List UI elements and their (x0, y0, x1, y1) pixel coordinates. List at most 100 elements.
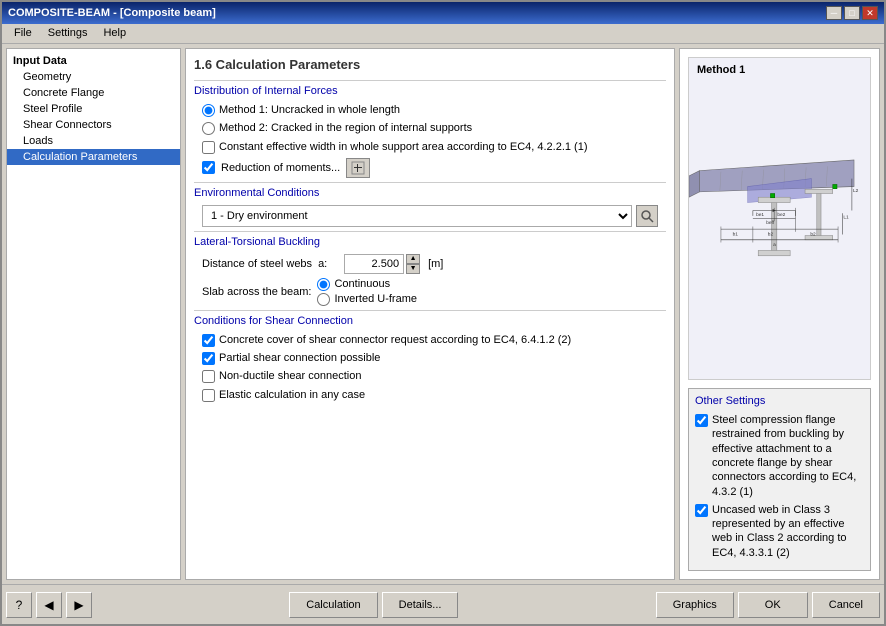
bottom-right-buttons: Graphics OK Cancel (656, 592, 880, 618)
details-button[interactable]: Details... (382, 592, 459, 618)
distribution-title: Distribution of Internal Forces (194, 80, 666, 97)
svg-text:beff: beff (766, 220, 775, 226)
shear-cb2[interactable] (202, 352, 215, 365)
back-icon: ◀ (44, 598, 53, 612)
panel-title: 1.6 Calculation Parameters (194, 57, 666, 72)
env-title: Environmental Conditions (194, 182, 666, 199)
calc-area: 1.6 Calculation Parameters Distribution … (185, 48, 880, 580)
slab-row: Slab across the beam: Continuous Inverte… (202, 278, 658, 306)
shear-cb3[interactable] (202, 370, 215, 383)
other-cb1-label: Steel compression flange restrained from… (712, 413, 864, 499)
diagram-area: Method 1 (688, 57, 871, 380)
lt-title: Lateral-Torsional Buckling (194, 231, 666, 248)
other-settings-title: Other Settings (695, 395, 864, 407)
constant-width-checkbox[interactable] (202, 141, 215, 154)
distance-input[interactable] (344, 254, 404, 274)
bottom-bar: ? ◀ ▶ Calculation Details... Graphics OK… (2, 584, 884, 624)
back-button[interactable]: ◀ (36, 592, 62, 618)
search-icon (640, 209, 654, 223)
menu-help[interactable]: Help (95, 26, 134, 41)
other-cb2-row: Uncased web in Class 3 represented by an… (695, 503, 864, 560)
method1-label: Method 1: Uncracked in whole length (219, 103, 400, 117)
sidebar-item-concrete-flange[interactable]: Concrete Flange (7, 85, 180, 101)
other-cb1[interactable] (695, 414, 708, 427)
minimize-button[interactable]: ─ (826, 6, 842, 20)
bottom-center-buttons: Calculation Details... (289, 592, 458, 618)
method2-option[interactable]: Method 2: Cracked in the region of inter… (202, 121, 666, 135)
shear-cb1[interactable] (202, 334, 215, 347)
slab-continuous-option[interactable]: Continuous (317, 278, 417, 291)
graphics-button[interactable]: Graphics (656, 592, 734, 618)
menu-settings[interactable]: Settings (40, 26, 96, 41)
content-area: Input Data Geometry Concrete Flange Stee… (2, 44, 884, 584)
svg-text:be1: be1 (756, 212, 764, 218)
env-search-button[interactable] (636, 205, 658, 227)
cancel-button[interactable]: Cancel (812, 592, 880, 618)
sidebar-item-geometry[interactable]: Geometry (7, 69, 180, 85)
reduction-button[interactable] (346, 158, 370, 178)
help-icon: ? (16, 598, 23, 612)
left-panel: 1.6 Calculation Parameters Distribution … (185, 48, 675, 580)
close-button[interactable]: ✕ (862, 6, 878, 20)
shear-cb4[interactable] (202, 389, 215, 402)
other-cb2[interactable] (695, 504, 708, 517)
help-button[interactable]: ? (6, 592, 32, 618)
shear-cb4-row: Elastic calculation in any case (202, 388, 658, 402)
shear-cb4-label: Elastic calculation in any case (219, 388, 365, 402)
sidebar-item-shear-connectors[interactable]: Shear Connectors (7, 117, 180, 133)
distance-row: Distance of steel webs a: ▲ ▼ [m] (202, 254, 658, 274)
slab-inverted-option[interactable]: Inverted U-frame (317, 293, 417, 306)
sidebar-item-steel-profile[interactable]: Steel Profile (7, 101, 180, 117)
shear-title: Conditions for Shear Connection (194, 310, 666, 327)
shear-cb3-row: Non-ductile shear connection (202, 369, 658, 383)
diagram-method-label: Method 1 (697, 64, 745, 76)
svg-text:a: a (773, 243, 776, 248)
ok-button[interactable]: OK (738, 592, 808, 618)
forward-button[interactable]: ▶ (66, 592, 92, 618)
other-settings-panel: Other Settings Steel compression flange … (688, 388, 871, 571)
distance-spin-down[interactable]: ▼ (406, 264, 420, 274)
forward-icon: ▶ (74, 598, 83, 612)
slab-continuous-radio[interactable] (317, 278, 330, 291)
reduction-label: Reduction of moments... (221, 161, 340, 175)
method2-radio[interactable] (202, 122, 215, 135)
distribution-radio-group: Method 1: Uncracked in whole length Meth… (202, 103, 666, 136)
menu-bar: File Settings Help (2, 24, 884, 44)
title-bar-buttons: ─ □ ✕ (826, 6, 878, 20)
beam-diagram-svg: be1 be2 beff b1 (689, 58, 870, 379)
env-select[interactable]: 1 - Dry environment 2 - Humid environmen… (202, 205, 632, 227)
svg-text:L1: L1 (843, 215, 849, 221)
sidebar: Input Data Geometry Concrete Flange Stee… (6, 48, 181, 580)
menu-file[interactable]: File (6, 26, 40, 41)
sidebar-item-loads[interactable]: Loads (7, 133, 180, 149)
shear-cb2-label: Partial shear connection possible (219, 351, 380, 365)
env-row: 1 - Dry environment 2 - Humid environmen… (202, 205, 658, 227)
distance-spinner: ▲ ▼ (406, 254, 420, 274)
sidebar-section-label: Input Data (7, 53, 180, 69)
distance-label: Distance of steel webs (202, 258, 312, 270)
sidebar-item-calculation-parameters[interactable]: Calculation Parameters (7, 149, 180, 165)
reduction-icon (351, 161, 365, 175)
bottom-left-buttons: ? ◀ ▶ (6, 592, 92, 618)
slab-inverted-label: Inverted U-frame (334, 293, 417, 305)
main-window: COMPOSITE-BEAM - [Composite beam] ─ □ ✕ … (0, 0, 886, 626)
distance-unit: [m] (428, 258, 443, 270)
maximize-button[interactable]: □ (844, 6, 860, 20)
slab-inverted-radio[interactable] (317, 293, 330, 306)
calculation-button[interactable]: Calculation (289, 592, 377, 618)
other-cb1-row: Steel compression flange restrained from… (695, 413, 864, 499)
distance-spin-up[interactable]: ▲ (406, 254, 420, 264)
svg-text:b2: b2 (768, 232, 774, 238)
distance-a-label: a: (318, 258, 338, 270)
method1-option[interactable]: Method 1: Uncracked in whole length (202, 103, 666, 117)
constant-width-label: Constant effective width in whole suppor… (219, 140, 588, 154)
svg-text:L2: L2 (853, 188, 859, 194)
other-cb2-label: Uncased web in Class 3 represented by an… (712, 503, 864, 560)
method1-radio[interactable] (202, 104, 215, 117)
method2-label: Method 2: Cracked in the region of inter… (219, 121, 472, 135)
shear-cb1-row: Concrete cover of shear connector reques… (202, 333, 658, 347)
shear-cb3-label: Non-ductile shear connection (219, 369, 361, 383)
slab-continuous-label: Continuous (334, 278, 390, 290)
reduction-checkbox[interactable] (202, 161, 215, 174)
title-bar: COMPOSITE-BEAM - [Composite beam] ─ □ ✕ (2, 2, 884, 24)
